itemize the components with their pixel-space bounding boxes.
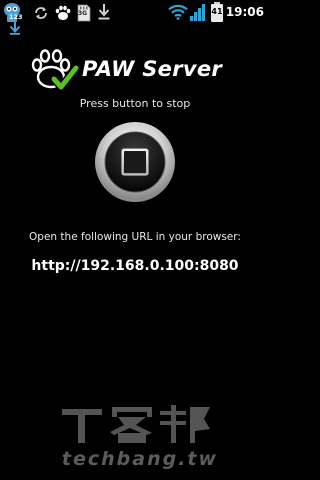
- download-icon: [9, 20, 21, 39]
- status-clock: 19:06: [225, 5, 264, 19]
- app-title: PAW Server: [82, 57, 223, 81]
- screen: 123 3G 41 19:06 PAW Server Press button …: [0, 0, 270, 480]
- watermark-logo: techbang.tw: [40, 403, 240, 473]
- svg-text:techbang.tw: techbang.tw: [62, 448, 218, 470]
- instruction-text: Press button to stop: [79, 97, 191, 110]
- status-bar: 123 3G 41 19:06: [0, 0, 270, 35]
- url-prompt-text: Open the following URL in your browser:: [29, 231, 241, 243]
- stop-icon: [121, 148, 149, 180]
- network-label: 3G: [78, 10, 88, 17]
- wifi-icon: [168, 4, 188, 24]
- server-url-link[interactable]: http://192.168.0.100:8080: [0, 257, 270, 275]
- paw-check-icon: [30, 48, 80, 98]
- battery-level: 41: [211, 7, 223, 16]
- signal-icon: [190, 3, 206, 25]
- sync-icon: [33, 5, 49, 25]
- paw-icon: [54, 4, 72, 26]
- download-icon: [98, 4, 110, 24]
- stop-server-button[interactable]: [94, 121, 176, 203]
